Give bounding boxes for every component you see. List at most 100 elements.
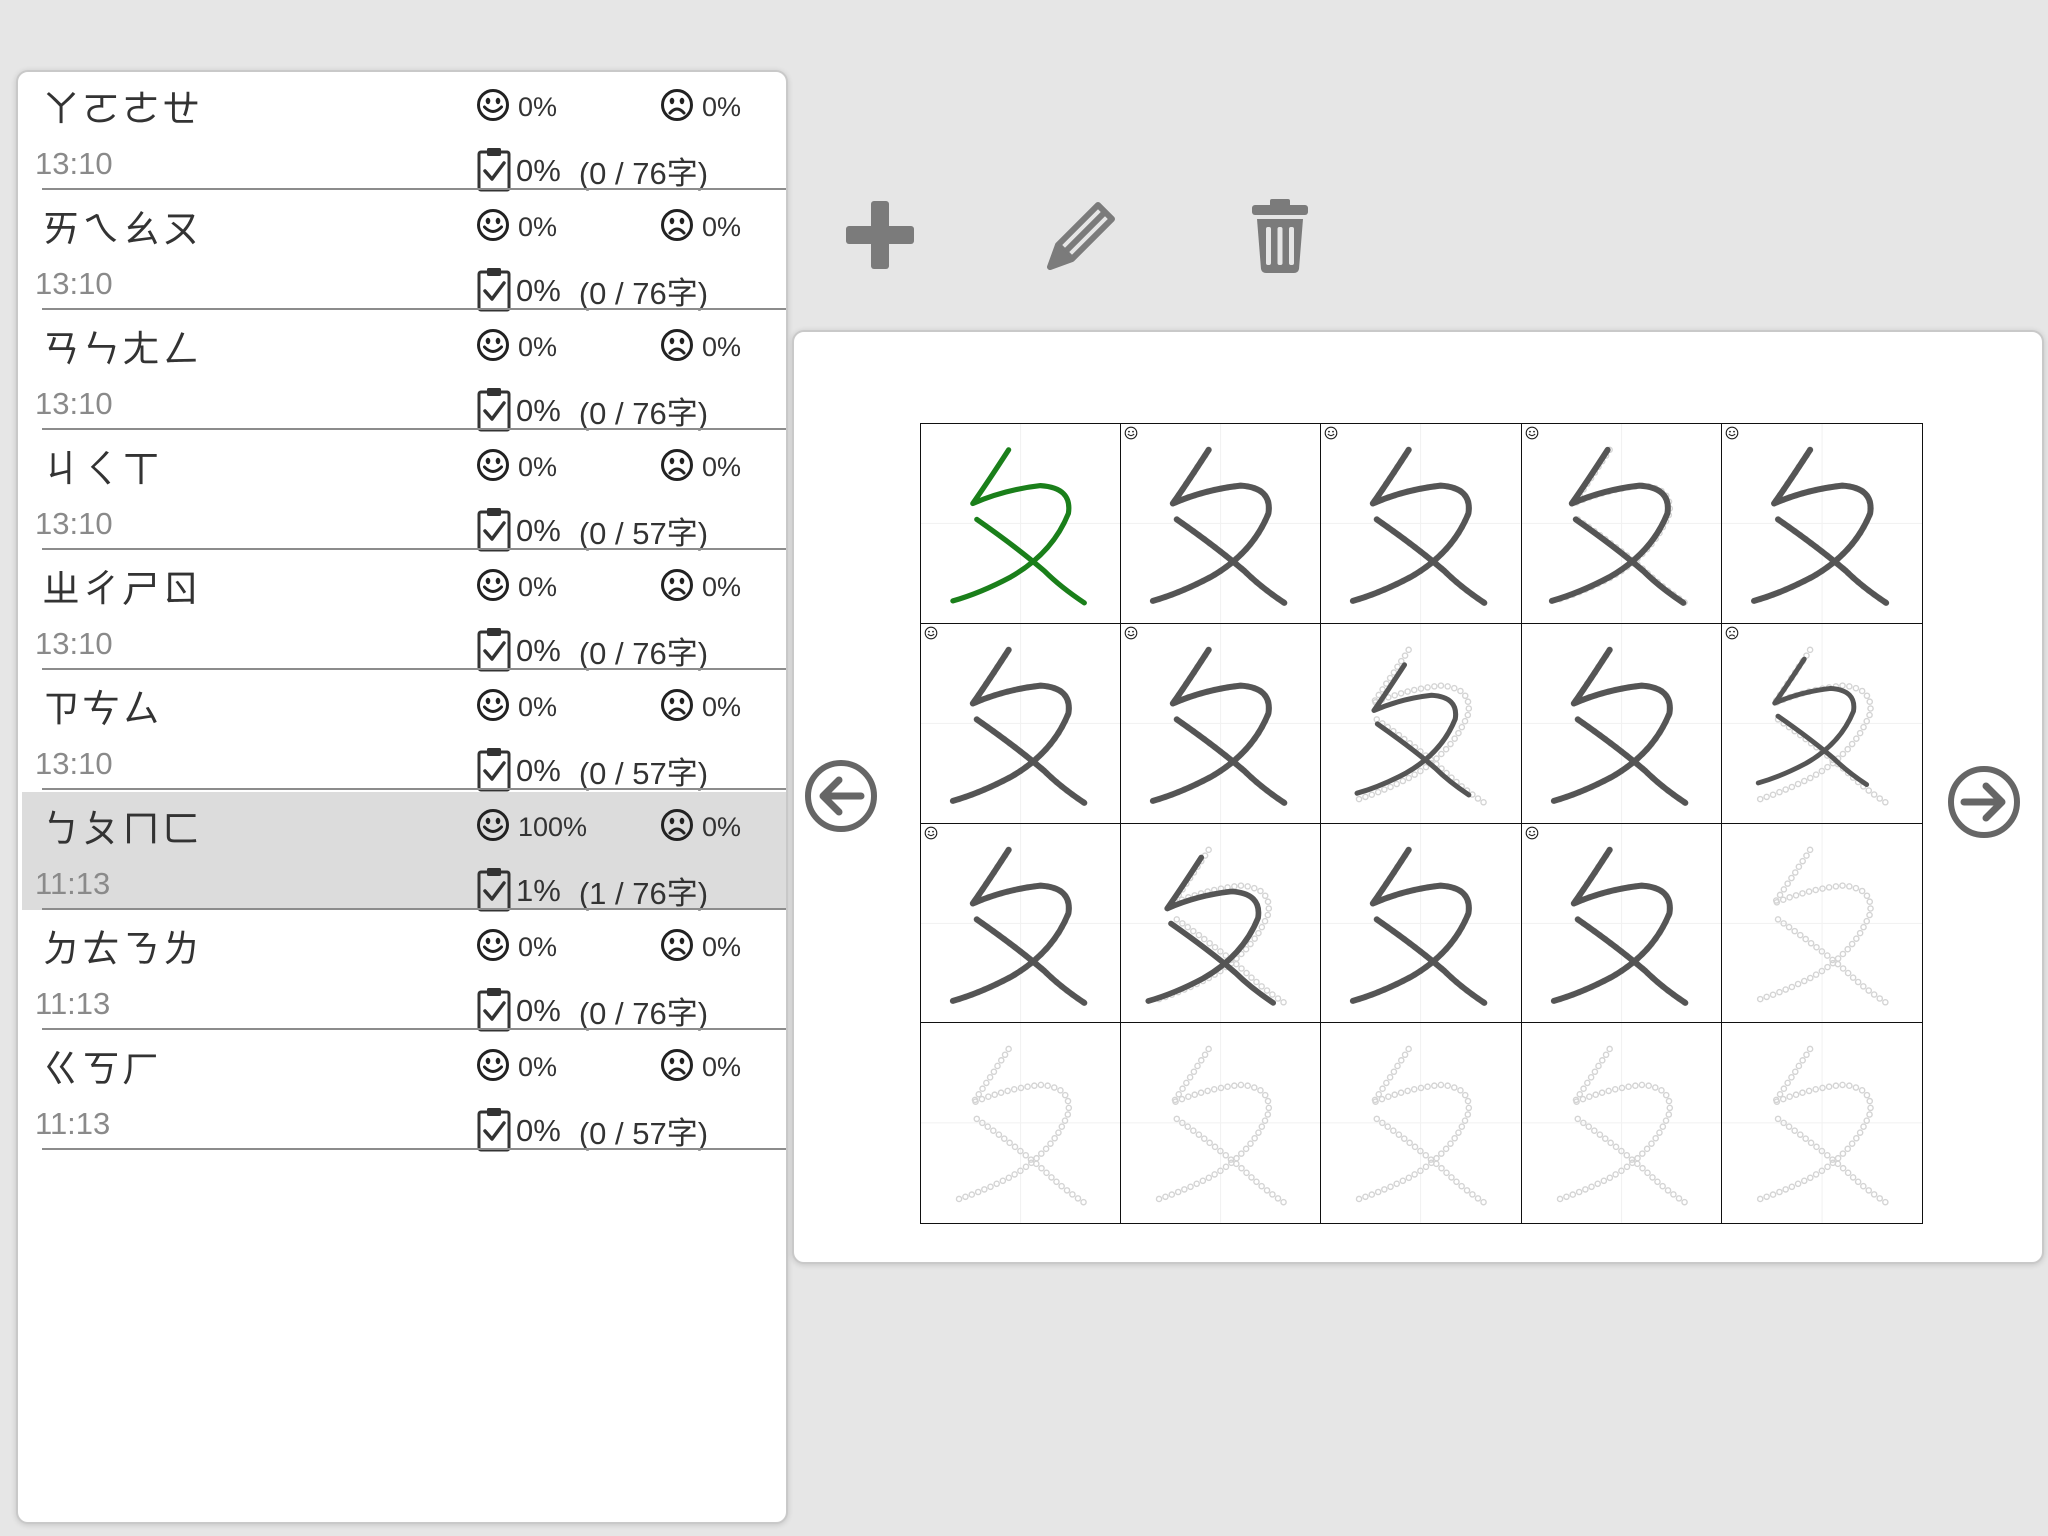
practice-cell[interactable] [1721,424,1922,624]
next-button[interactable] [1946,764,2022,840]
sad-face-icon [661,1048,693,1081]
happy-percent: 0% [518,572,558,602]
lesson-row[interactable]: ㄞㄟㄠㄡ 13:10 0% 0% 0% (0 / 76字) [22,192,786,313]
sad-face-icon [661,208,693,241]
row-divider [42,668,786,670]
practice-cell[interactable] [1721,1023,1922,1223]
pencil-icon [1047,202,1115,270]
lesson-time: 13:10 [35,506,113,541]
character-glyph [921,1023,1121,1223]
clipboard-check-icon [477,867,511,911]
sad-face-icon [661,88,693,121]
progress-stat: 0% (0 / 57字) [476,504,708,553]
clipboard-check-icon [477,747,511,791]
clipboard-check-icon [477,507,511,551]
lesson-row[interactable]: ㄐㄑㄒ 13:10 0% 0% 0% (0 / 57字) [22,432,786,553]
clipboard-check-icon [477,987,511,1031]
practice-cell[interactable] [921,623,1122,824]
row-divider [42,1028,786,1030]
practice-cell[interactable] [1121,424,1322,624]
sad-face-icon [661,328,693,361]
practice-cell[interactable] [1121,823,1322,1024]
sad-percent: 0% [702,572,742,602]
lesson-row[interactable]: ㄉㄊㄋㄌ 11:13 0% 0% 0% (0 / 76字) [22,912,786,1033]
practice-cell[interactable] [1321,424,1522,624]
sad-stat: 0% [660,806,741,843]
clipboard-check-icon [477,147,511,191]
lesson-time: 11:13 [35,986,111,1021]
sad-percent: 0% [702,92,742,122]
practice-cell[interactable] [921,1023,1122,1223]
progress-percent: 0% [516,752,561,788]
character-glyph [1721,424,1922,623]
sad-face-icon [661,568,693,601]
practice-cell[interactable] [1321,1023,1522,1223]
progress-stat: 0% (0 / 76字) [476,984,708,1033]
practice-cell[interactable] [1321,823,1522,1024]
happy-percent: 0% [518,92,558,122]
practice-cell[interactable] [921,424,1122,624]
sad-stat: 0% [660,926,741,963]
character-glyph [921,823,1121,1023]
lesson-time: 13:10 [35,386,113,421]
add-button[interactable] [840,195,920,275]
sad-stat: 0% [660,326,741,363]
edit-button[interactable] [1040,195,1120,275]
progress-percent: 0% [516,272,561,308]
practice-cell[interactable] [1721,623,1922,824]
progress-count: (0 / 76字) [578,996,709,1031]
lesson-title: ㄗㄘㄙ [42,687,163,731]
progress-count: (0 / 76字) [578,636,709,671]
sad-face-icon [661,688,693,721]
progress-count: (1 / 76字) [578,876,709,911]
character-glyph [921,623,1121,823]
happy-face-icon [1525,826,1538,839]
practice-cell[interactable] [1521,1023,1722,1223]
happy-face-icon [477,1048,509,1081]
row-divider [42,788,786,790]
happy-face-icon [477,568,509,601]
practice-cell[interactable] [1521,424,1722,624]
plus-icon [846,201,914,269]
lesson-row[interactable]: ㄓㄔㄕㄖ 13:10 0% 0% 0% (0 / 76字) [22,552,786,671]
progress-percent: 0% [516,392,561,428]
sad-stat: 0% [660,86,741,123]
happy-face-icon [477,928,509,961]
lesson-time: 11:13 [35,866,111,901]
practice-cell[interactable] [1121,1023,1322,1223]
previous-button[interactable] [803,758,879,834]
happy-stat: 0% [476,86,557,123]
lesson-row[interactable]: ㄗㄘㄙ 13:10 0% 0% 0% (0 / 57字) [22,672,786,793]
happy-stat: 0% [476,446,557,483]
progress-count: (0 / 57字) [578,516,709,551]
happy-face-icon [477,88,509,121]
progress-stat: 1% (1 / 76字) [476,864,708,913]
character-glyph [1521,424,1721,623]
lesson-row[interactable]: ㄅㄆㄇㄈ 11:13 100% 0% 1% (1 / 76字) [22,792,786,913]
lesson-list: ㄚㄛㄜㄝ 13:10 0% 0% 0% (0 / 76字) ㄞㄟㄠㄡ 13:10 … [16,70,788,1524]
lesson-row[interactable]: ㄍㄎㄏ 11:13 0% 0% 0% (0 / 57字) [22,1032,786,1151]
practice-cell[interactable] [1521,623,1722,824]
happy-face-icon [477,808,509,841]
sad-percent: 0% [702,812,742,842]
practice-cell[interactable] [1121,623,1322,824]
lesson-row[interactable]: ㄢㄣㄤㄥ 13:10 0% 0% 0% (0 / 76字) [22,312,786,431]
lesson-row[interactable]: ㄚㄛㄜㄝ 13:10 0% 0% 0% (0 / 76字) [22,72,786,191]
practice-cell[interactable] [1321,623,1522,824]
happy-percent: 100% [518,812,588,842]
sad-face-icon [661,808,693,841]
practice-cell[interactable] [921,823,1122,1024]
lesson-time: 13:10 [35,626,113,661]
progress-stat: 0% (0 / 57字) [476,744,708,793]
sad-percent: 0% [702,932,742,962]
happy-stat: 0% [476,566,557,603]
sad-stat: 0% [660,566,741,603]
practice-cell[interactable] [1721,823,1922,1024]
practice-cell[interactable] [1521,823,1722,1024]
sad-stat: 0% [660,686,741,723]
delete-button[interactable] [1248,195,1312,275]
lesson-time: 13:10 [35,266,113,301]
character-glyph [1321,1023,1521,1223]
progress-stat: 0% (0 / 76字) [476,264,708,313]
happy-face-icon [1325,426,1338,440]
